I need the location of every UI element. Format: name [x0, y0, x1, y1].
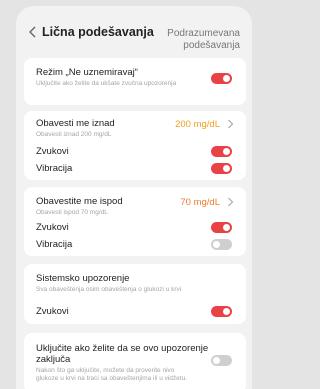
toggle-knob	[223, 148, 230, 155]
lock-alert-title: Uključite ako želite da se ovo upozorenj…	[36, 343, 209, 365]
high-alert-subtitle: Obavesti iznad 200 mg/dL	[36, 131, 112, 138]
toggle-knob	[223, 165, 230, 172]
lock-alert-subtitle-1: Nakon što ga uključite, možete da prover…	[36, 367, 175, 374]
settings-screen: Lična podešavanja Podrazumevana podešava…	[16, 6, 252, 389]
high-sounds-row: Zvukovi	[36, 146, 236, 157]
dnd-title: Režim „Ne uznemiravaj“	[36, 67, 138, 78]
system-sounds-toggle[interactable]	[211, 306, 232, 317]
dnd-subtitle: Uključite ako želite da ukšate zvučna up…	[36, 80, 177, 87]
low-alert-row[interactable]: Obavestite me ispod Obavesti ispod 70 mg…	[36, 196, 236, 217]
lock-alert-row: Uključite ako želite da se ovo upozorenj…	[36, 343, 236, 383]
low-alert-subtitle: Obavesti ispod 70 mg/dL	[36, 209, 108, 216]
low-sounds-toggle[interactable]	[211, 222, 232, 233]
high-vibration-row: Vibracija	[36, 163, 236, 174]
system-alert-card: Sistemsko upozorenje Sva obaveštenja osi…	[24, 264, 246, 324]
dnd-toggle[interactable]	[211, 73, 232, 84]
back-chevron-icon[interactable]	[28, 26, 38, 38]
dnd-card: Režim „Ne uznemiravaj“ Uključite ako žel…	[24, 58, 246, 105]
high-vibration-label: Vibracija	[36, 163, 73, 174]
low-alert-card: Obavestite me ispod Obavesti ispod 70 mg…	[24, 187, 246, 256]
chevron-right-icon	[228, 197, 234, 207]
high-alert-value: 200 mg/dL	[175, 119, 220, 130]
toggle-knob	[223, 75, 230, 82]
high-vibration-toggle[interactable]	[211, 163, 232, 174]
low-sounds-row: Zvukovi	[36, 222, 236, 233]
high-sounds-toggle[interactable]	[211, 146, 232, 157]
lock-alert-subtitle-2: glukoze u krvi na traci sa obaveštenjima…	[36, 375, 188, 382]
lock-alert-card: Uključite ako želite da se ovo upozorenj…	[24, 333, 246, 389]
header: Lična podešavanja Podrazumevana podešava…	[16, 20, 252, 60]
low-vibration-label: Vibracija	[36, 239, 73, 250]
chevron-right-icon	[228, 119, 234, 129]
lock-alert-toggle[interactable]	[211, 355, 232, 366]
low-alert-value: 70 mg/dL	[180, 197, 220, 208]
high-sounds-label: Zvukovi	[36, 146, 69, 157]
dnd-row: Režim „Ne uznemiravaj“ Uključite ako žel…	[36, 67, 236, 88]
high-alert-card: Obavesti me iznad Obavesti iznad 200 mg/…	[24, 111, 246, 180]
toggle-knob	[213, 241, 220, 248]
default-settings-link[interactable]: Podrazumevana podešavanja	[167, 28, 240, 52]
low-vibration-toggle[interactable]	[211, 239, 232, 250]
system-alert-subtitle: Sva obaveštenja osim obaveštenja o gluko…	[36, 286, 182, 293]
system-sounds-label: Zvukovi	[36, 306, 69, 317]
system-alert-title: Sistemsko upozorenje	[36, 273, 130, 284]
high-alert-row[interactable]: Obavesti me iznad Obavesti iznad 200 mg/…	[36, 118, 236, 139]
page-title: Lična podešavanja	[42, 25, 154, 39]
toggle-knob	[213, 357, 220, 364]
low-sounds-label: Zvukovi	[36, 222, 69, 233]
toggle-knob	[223, 224, 230, 231]
default-settings-line1: Podrazumevana	[167, 28, 240, 39]
toggle-knob	[223, 308, 230, 315]
system-alert-row: Sistemsko upozorenje Sva obaveštenja osi…	[36, 273, 236, 294]
default-settings-line2: podešavanja	[183, 40, 240, 51]
low-vibration-row: Vibracija	[36, 239, 236, 250]
system-sounds-row: Zvukovi	[36, 306, 236, 317]
